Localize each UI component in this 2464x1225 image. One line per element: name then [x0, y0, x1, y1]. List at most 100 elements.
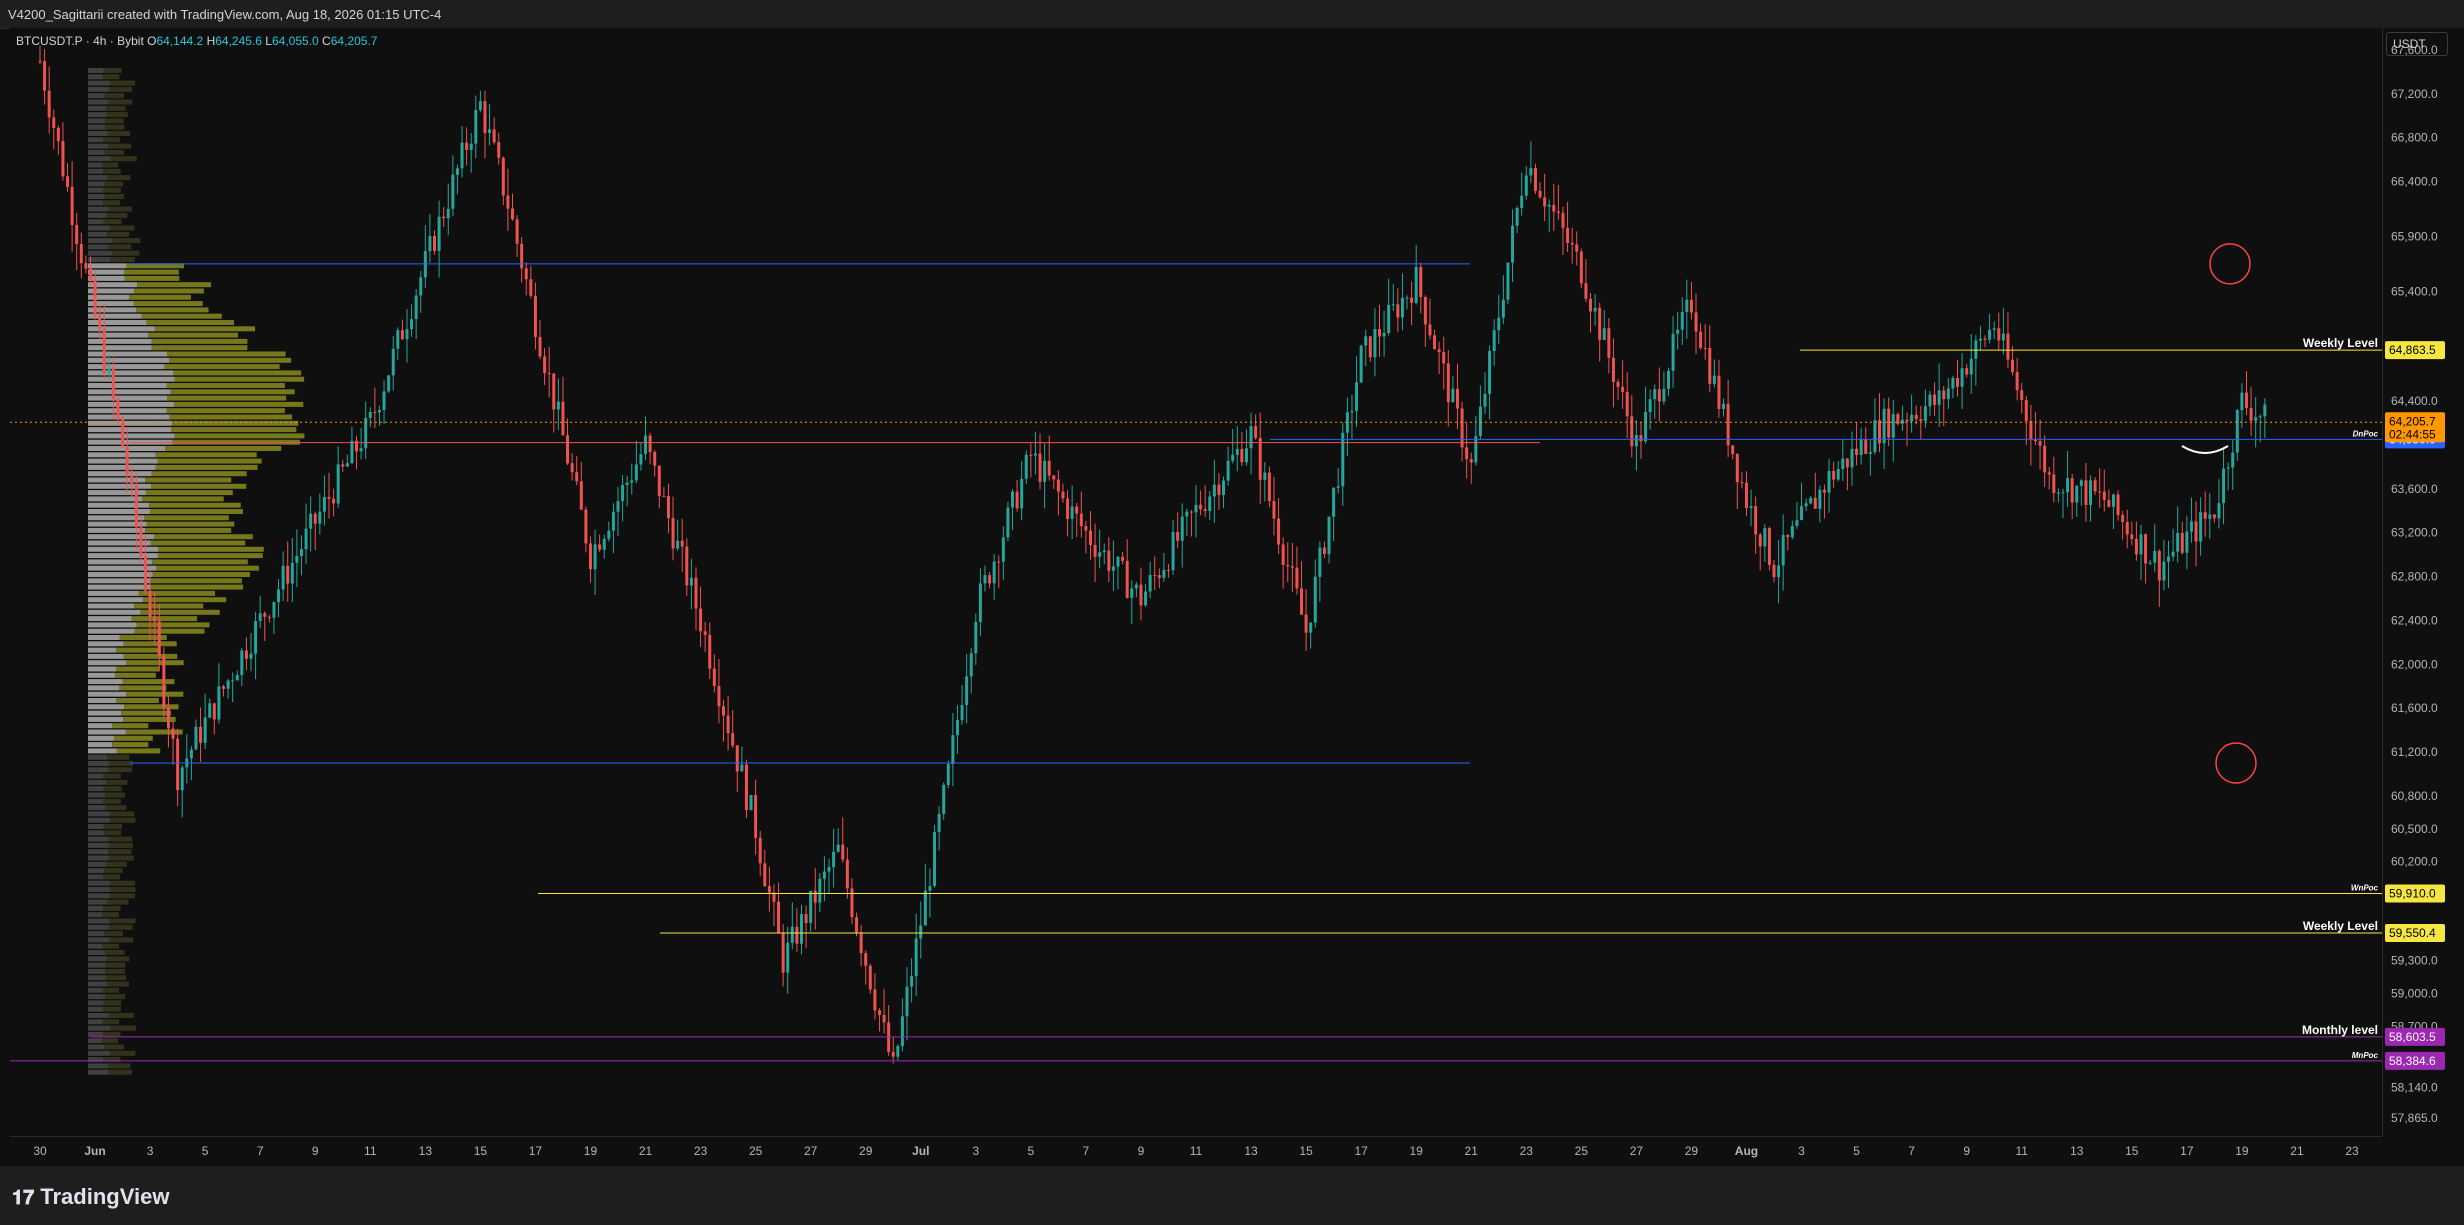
candle-body[interactable]: [828, 867, 831, 871]
candle-body[interactable]: [263, 613, 266, 617]
candle-body[interactable]: [2185, 532, 2188, 553]
candle-body[interactable]: [584, 510, 587, 544]
candle-body[interactable]: [328, 497, 331, 499]
candle-body[interactable]: [1240, 449, 1243, 462]
candle-body[interactable]: [534, 296, 537, 337]
candle-body[interactable]: [1795, 520, 1798, 526]
candle-body[interactable]: [979, 583, 982, 622]
tradingview-logo[interactable]: 𝟏𝟕 TradingView: [12, 1184, 169, 1210]
candle-body[interactable]: [1561, 213, 1564, 228]
candle-body[interactable]: [667, 496, 670, 518]
candle-body[interactable]: [832, 852, 835, 867]
candle-body[interactable]: [1052, 476, 1055, 480]
candle-body[interactable]: [2149, 563, 2152, 564]
candle-body[interactable]: [626, 483, 629, 485]
candle-body[interactable]: [630, 480, 633, 482]
candle-body[interactable]: [1190, 512, 1193, 513]
candle-body[interactable]: [1406, 298, 1409, 299]
candle-body[interactable]: [1782, 535, 1785, 566]
candle-body[interactable]: [479, 101, 482, 110]
candle-body[interactable]: [1520, 196, 1523, 208]
candle-body[interactable]: [2217, 503, 2220, 518]
candle-body[interactable]: [392, 349, 395, 376]
candle-body[interactable]: [112, 368, 115, 399]
candle-body[interactable]: [1337, 486, 1340, 487]
candle-body[interactable]: [1773, 565, 1776, 577]
candle-body[interactable]: [1511, 226, 1514, 263]
candle-body[interactable]: [777, 902, 780, 933]
candle-body[interactable]: [676, 541, 679, 549]
candle-body[interactable]: [1011, 491, 1014, 507]
candle-body[interactable]: [1864, 439, 1867, 454]
candle-body[interactable]: [1392, 304, 1395, 305]
candle-body[interactable]: [791, 927, 794, 943]
candle-body[interactable]: [1965, 368, 1968, 374]
candle-body[interactable]: [2240, 393, 2243, 411]
candle-body[interactable]: [1594, 308, 1597, 312]
candle-body[interactable]: [250, 654, 253, 659]
candle-body[interactable]: [213, 703, 216, 719]
candle-body[interactable]: [846, 860, 849, 889]
candle-body[interactable]: [456, 168, 459, 175]
candle-body[interactable]: [690, 578, 693, 586]
candle-body[interactable]: [2144, 534, 2147, 563]
candle-body[interactable]: [1126, 561, 1129, 598]
candle-body[interactable]: [750, 795, 753, 810]
candle-body[interactable]: [965, 676, 968, 705]
candle-body[interactable]: [621, 485, 624, 501]
candle-body[interactable]: [1071, 507, 1074, 519]
candle-body[interactable]: [1048, 461, 1051, 476]
candle-body[interactable]: [1231, 455, 1234, 461]
candle-body[interactable]: [1534, 168, 1537, 191]
candle-body[interactable]: [2250, 408, 2253, 421]
candles[interactable]: [39, 46, 2267, 1064]
candle-body[interactable]: [286, 566, 289, 584]
candle-body[interactable]: [1938, 390, 1941, 404]
candle-body[interactable]: [1020, 479, 1023, 509]
candle-body[interactable]: [1584, 283, 1587, 298]
candle-body[interactable]: [350, 441, 353, 463]
candle-body[interactable]: [502, 158, 505, 196]
candle-body[interactable]: [1506, 263, 1509, 300]
candle-body[interactable]: [1672, 334, 1675, 371]
candle-body[interactable]: [681, 541, 684, 547]
candle-body[interactable]: [717, 686, 720, 706]
candle-body[interactable]: [603, 539, 606, 550]
candle-body[interactable]: [190, 749, 193, 758]
candle-body[interactable]: [1369, 336, 1372, 357]
candle-body[interactable]: [1456, 389, 1459, 409]
price-scale[interactable]: 67,600.0 67,200.0 66,800.0 66,400.0 65,900.0…: [2382, 28, 2464, 1136]
candle-body[interactable]: [1025, 455, 1028, 479]
candle-body[interactable]: [983, 575, 986, 583]
candle-body[interactable]: [245, 650, 248, 658]
candle-body[interactable]: [1548, 205, 1551, 207]
candle-body[interactable]: [1910, 415, 1913, 422]
candle-body[interactable]: [300, 549, 303, 556]
candle-body[interactable]: [240, 650, 243, 675]
candle-body[interactable]: [1451, 389, 1454, 402]
candle-body[interactable]: [2190, 521, 2193, 531]
candle-body[interactable]: [1328, 517, 1331, 554]
candle-body[interactable]: [1970, 359, 1973, 375]
candle-body[interactable]: [2139, 534, 2142, 554]
candle-body[interactable]: [1676, 330, 1679, 334]
candle-body[interactable]: [1906, 420, 1909, 422]
candle-body[interactable]: [1828, 471, 1831, 493]
candle-body[interactable]: [2075, 486, 2078, 503]
candle-body[interactable]: [488, 129, 491, 133]
candle-body[interactable]: [2135, 539, 2138, 554]
candle-body[interactable]: [1814, 498, 1817, 509]
candle-body[interactable]: [1470, 459, 1473, 462]
candle-body[interactable]: [1135, 585, 1138, 589]
candle-body[interactable]: [1626, 392, 1629, 416]
candle-body[interactable]: [84, 263, 87, 268]
candle-body[interactable]: [607, 531, 610, 539]
candle-body[interactable]: [1961, 368, 1964, 387]
candle-body[interactable]: [204, 718, 207, 743]
candle-body[interactable]: [988, 575, 991, 583]
candle-body[interactable]: [1112, 567, 1115, 571]
top-circle[interactable]: [2210, 244, 2250, 284]
candle-body[interactable]: [685, 547, 688, 586]
candle-body[interactable]: [800, 914, 803, 944]
candle-body[interactable]: [1566, 228, 1569, 243]
